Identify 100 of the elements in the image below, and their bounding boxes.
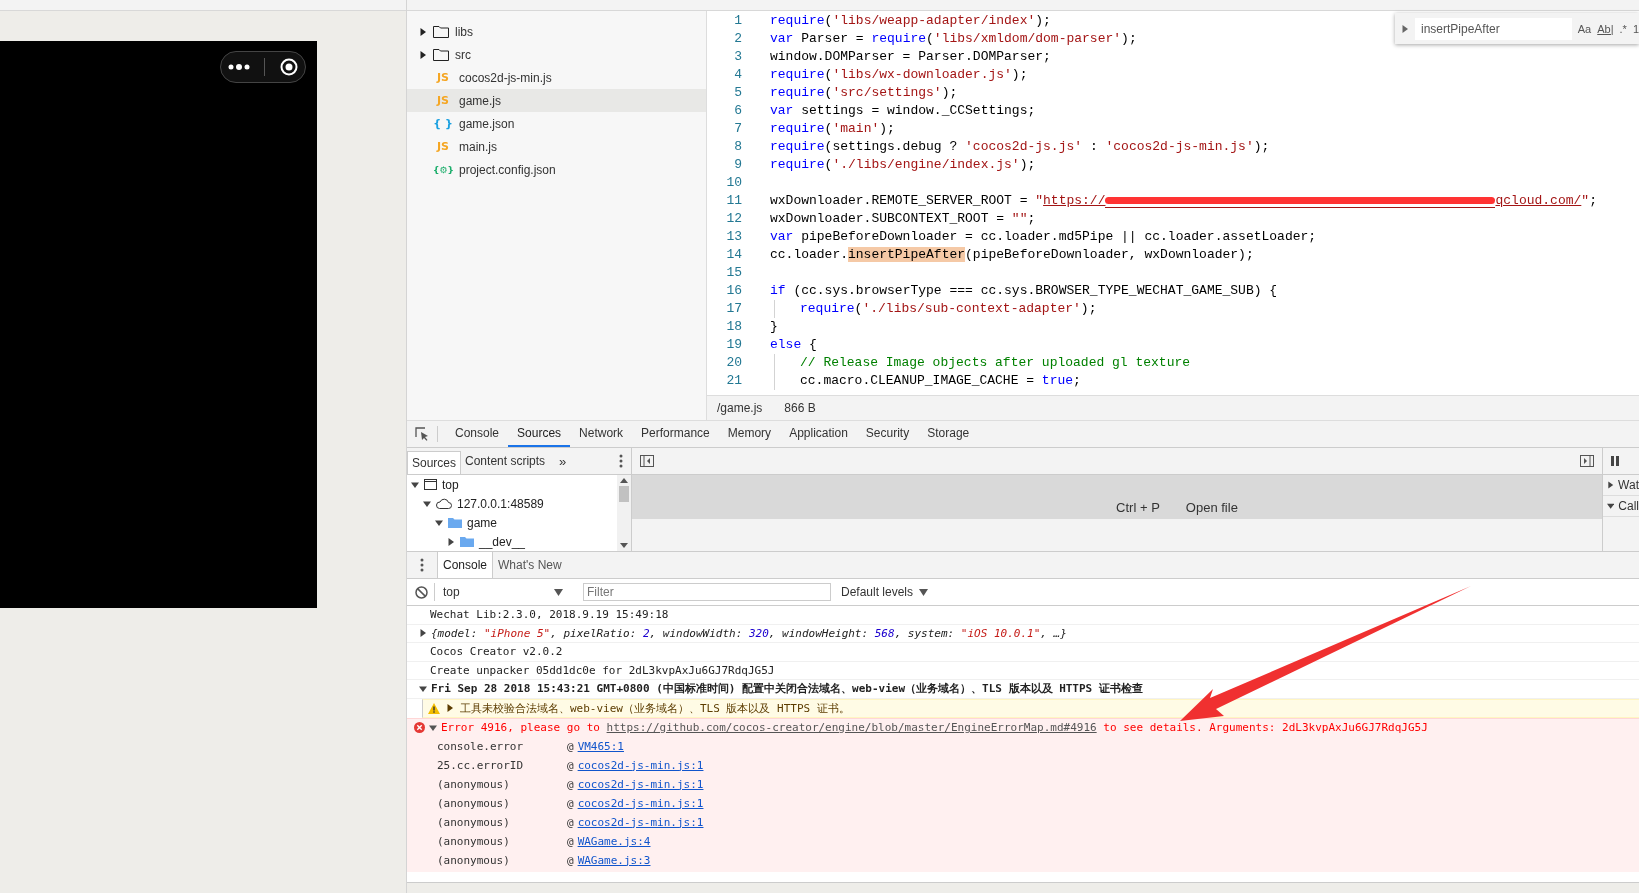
expand-triangle-icon[interactable] <box>1401 24 1409 33</box>
file-item[interactable]: { } game.json <box>407 112 706 135</box>
line-number: 1 <box>733 12 743 30</box>
window-icon <box>424 479 437 490</box>
group-heading[interactable]: Fri Sep 28 2018 15:43:21 GMT+0800 (中国标准时间) 配置中关闭合法域名、web-view（业务域名）、TLS 版本以及 HTTPS 证书检查 <box>431 680 1143 698</box>
target-circle-icon[interactable] <box>279 58 298 76</box>
disclosure-triangle-icon[interactable] <box>411 480 419 489</box>
file-item[interactable]: JS main.js <box>407 135 706 158</box>
devtools-tab[interactable]: Performance <box>632 421 719 447</box>
disclosure-triangle-icon[interactable] <box>1607 481 1615 489</box>
scroll-up-icon[interactable] <box>620 478 628 483</box>
match-case-toggle[interactable]: Aa <box>1577 22 1592 35</box>
file-item[interactable]: {⚙} project.config.json <box>407 158 706 181</box>
kebab-menu-icon[interactable] <box>420 558 424 572</box>
warning-message[interactable]: 工具未校验合法域名、web-view（业务域名）、TLS 版本以及 HTTPS 证书。 <box>460 699 850 717</box>
log-levels-select[interactable]: Default levels <box>837 585 933 599</box>
code-line: require('./libs/engine/index.js'); <box>770 156 1036 174</box>
context-select[interactable]: top <box>434 583 571 601</box>
devtools-tab[interactable]: Memory <box>718 421 781 447</box>
stack-function: (anonymous) <box>437 814 511 831</box>
tree-item[interactable]: __dev__ <box>479 534 526 549</box>
scrollbar[interactable] <box>617 475 631 551</box>
disclosure-triangle-icon[interactable] <box>419 629 427 638</box>
disclosure-triangle-icon[interactable] <box>447 537 455 546</box>
code-line: } <box>770 318 778 336</box>
debugger-section[interactable]: Wat <box>1618 478 1639 492</box>
disclosure-triangle-icon[interactable] <box>419 27 427 36</box>
inspect-element-icon[interactable] <box>415 427 429 441</box>
pause-icon[interactable] <box>1611 456 1619 466</box>
capsule-menu[interactable] <box>220 51 306 83</box>
caret-icon[interactable] <box>554 588 563 596</box>
source-link[interactable]: WAGame.js:4 <box>577 831 651 851</box>
object-preview[interactable]: {model: "iPhone 5", pixelRatio: 2, windowWidth: 320, windowHeight: 568, system: "iOS 10.0.1", …} <box>431 624 1067 642</box>
drawer-tab[interactable]: What's New <box>493 552 567 578</box>
stack-function: console.error <box>437 738 525 755</box>
tree-item[interactable]: top <box>442 477 459 492</box>
more-tabs-button[interactable]: » <box>549 448 577 474</box>
tree-item[interactable]: 127.0.0.1:48589 <box>457 496 544 511</box>
source-link[interactable]: cocos2d-js-min.js:1 <box>577 793 704 813</box>
scroll-thumb[interactable] <box>619 486 629 502</box>
debugger-section[interactable]: Call <box>1618 499 1639 513</box>
shortcut-key: Ctrl + P <box>1116 500 1160 515</box>
devtools-tab[interactable]: Console <box>446 421 509 447</box>
source-link[interactable]: cocos2d-js-min.js:1 <box>577 774 704 794</box>
find-input[interactable]: insertPipeAfter <box>1415 17 1572 40</box>
stack-function: (anonymous) <box>437 833 511 850</box>
disclosure-triangle-icon[interactable] <box>423 499 431 508</box>
code-line: require('src/settings'); <box>770 84 958 102</box>
disclosure-triangle-icon[interactable] <box>419 50 427 59</box>
scroll-down-icon[interactable] <box>620 543 628 548</box>
filter-field[interactable]: Filter <box>583 583 831 601</box>
more-dots-icon[interactable] <box>228 64 251 70</box>
line-number: 18 <box>725 318 743 336</box>
disclosure-triangle-icon[interactable] <box>419 684 427 693</box>
file-item[interactable]: JS cocos2d-js-min.js <box>407 66 706 89</box>
file-path: /game.js <box>717 401 763 415</box>
at-sign: @ <box>567 814 574 831</box>
cloud-icon <box>436 498 452 509</box>
caret-icon[interactable] <box>919 588 929 596</box>
devtools-tab[interactable]: Security <box>856 421 919 447</box>
file-type-icon: JS <box>433 94 453 107</box>
devtools-tab[interactable]: Network <box>570 421 633 447</box>
folder-icon <box>448 517 462 528</box>
disclosure-triangle-icon[interactable] <box>429 723 437 732</box>
file-item[interactable]: JS game.js <box>407 89 706 112</box>
source-link[interactable]: VM465:1 <box>577 736 624 756</box>
line-number: 2 <box>733 30 743 48</box>
file-item[interactable]: src <box>407 43 706 66</box>
tree-item[interactable]: game <box>467 515 498 530</box>
file-item[interactable]: libs <box>407 20 706 43</box>
code-line: require('./libs/sub-context-adapter'); <box>770 300 1097 318</box>
whole-word-toggle[interactable]: Ab| <box>1597 22 1614 35</box>
source-link[interactable]: WAGame.js:3 <box>577 850 651 870</box>
devtools-tab[interactable]: Application <box>780 421 857 447</box>
source-link[interactable]: cocos2d-js-min.js:1 <box>577 812 704 832</box>
folder-icon <box>433 48 449 61</box>
at-sign: @ <box>567 738 574 755</box>
line-number: 12 <box>725 210 743 228</box>
disclosure-triangle-icon[interactable] <box>1607 502 1615 510</box>
match-count: 1 <box>1632 22 1639 35</box>
disclosure-triangle-icon[interactable] <box>435 518 443 527</box>
line-number: 9 <box>733 156 743 174</box>
kebab-menu-icon[interactable] <box>619 454 623 468</box>
code-line: wxDownloader.REMOTE_SERVER_ROOT = "https:// qcloud.com/"; <box>770 192 1597 210</box>
disclosure-triangle-icon[interactable] <box>446 704 454 713</box>
line-number: 17 <box>725 300 743 318</box>
regex-toggle[interactable]: .* <box>1619 22 1627 35</box>
source-link[interactable]: cocos2d-js-min.js:1 <box>577 755 704 775</box>
toggle-debugger-icon[interactable] <box>1580 455 1594 467</box>
file-type-icon: JS <box>433 71 453 84</box>
line-number: 19 <box>725 336 743 354</box>
stack-function: 25.cc.errorID <box>437 757 525 774</box>
drawer-tab[interactable]: Console <box>437 552 494 578</box>
devtools-tab[interactable]: Storage <box>918 421 979 447</box>
navigator-tab[interactable]: Content scripts <box>461 448 550 474</box>
clear-console-icon[interactable] <box>415 585 428 599</box>
line-number: 5 <box>733 84 743 102</box>
navigator-tab[interactable]: Sources <box>407 451 462 474</box>
toggle-navigator-icon[interactable] <box>640 455 654 467</box>
error-map-link[interactable]: https://github.com/cocos-creator/engine/blob/master/EngineErrorMap.md#4916 <box>606 721 1097 734</box>
